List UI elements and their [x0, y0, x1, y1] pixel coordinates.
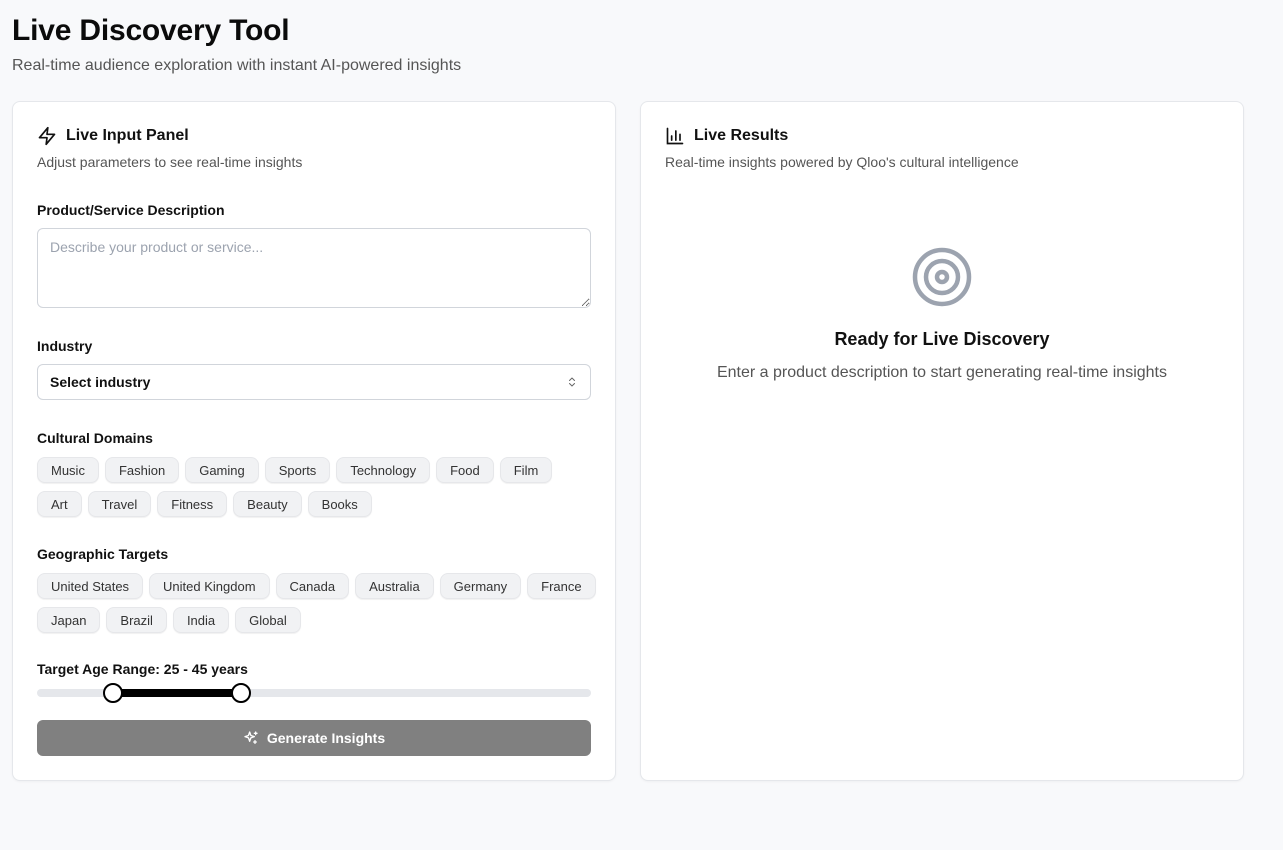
input-panel-title: Live Input Panel: [66, 127, 189, 144]
cultural-domain-chip[interactable]: Food: [436, 457, 494, 483]
age-range-label: Target Age Range: 25 - 45 years: [37, 661, 248, 677]
generate-insights-label: Generate Insights: [266, 730, 386, 746]
geographic-target-chip[interactable]: Australia: [355, 573, 434, 599]
geographic-target-chip[interactable]: Canada: [275, 573, 350, 599]
cultural-domain-chip[interactable]: Sports: [264, 457, 331, 483]
slider-thumb-max[interactable]: [230, 683, 251, 703]
bar-chart-icon: [665, 126, 685, 146]
zap-icon: [37, 126, 57, 146]
cultural-domain-chip[interactable]: Art: [37, 491, 82, 517]
geographic-targets-label: Geographic Targets: [37, 546, 169, 562]
live-input-panel: Live Input Panel Adjust parameters to se…: [12, 101, 616, 781]
geographic-target-chip[interactable]: France: [527, 573, 596, 599]
geographic-target-chip[interactable]: India: [172, 607, 230, 633]
cultural-domain-chip[interactable]: Books: [307, 491, 372, 517]
empty-state-description: Enter a product description to start gen…: [716, 364, 1167, 381]
age-range-slider[interactable]: [37, 683, 591, 703]
geographic-target-chip[interactable]: Germany: [439, 573, 522, 599]
live-results-panel: Live Results Real-time insights powered …: [640, 101, 1244, 781]
slider-thumb-min[interactable]: [103, 683, 124, 703]
cultural-domain-chip[interactable]: Music: [37, 457, 99, 483]
geographic-targets-chips: United States United Kingdom Canada Austral…: [37, 573, 597, 633]
cultural-domain-chip[interactable]: Gaming: [185, 457, 259, 483]
results-panel-description: Real-time insights powered by Qloo's cul…: [665, 154, 1019, 170]
product-description-label: Product/Service Description: [37, 202, 225, 218]
cultural-domain-chip[interactable]: Travel: [87, 491, 152, 517]
target-icon: [911, 246, 973, 308]
industry-select[interactable]: Select industry: [37, 364, 591, 400]
cultural-domain-chip[interactable]: Film: [499, 457, 553, 483]
product-description-input[interactable]: [37, 228, 591, 308]
cultural-domain-chip[interactable]: Beauty: [233, 491, 302, 517]
empty-state-title: Ready for Live Discovery: [834, 329, 1050, 349]
results-panel-header: Live Results: [665, 126, 788, 146]
cultural-domains-chips: Music Fashion Gaming Sports Technology Food Fi…: [37, 457, 597, 517]
sparkles-icon: [243, 730, 259, 746]
industry-label: Industry: [37, 338, 93, 354]
page-subtitle: Real-time audience exploration with inst…: [12, 57, 462, 74]
geographic-target-chip[interactable]: Global: [235, 607, 301, 633]
page-title: Live Discovery Tool: [12, 14, 290, 47]
results-panel-title: Live Results: [694, 127, 789, 144]
geographic-target-chip[interactable]: United States: [37, 573, 144, 599]
geographic-target-chip[interactable]: United Kingdom: [149, 573, 270, 599]
slider-range: [113, 689, 241, 697]
geographic-target-chip[interactable]: Brazil: [106, 607, 167, 633]
input-panel-description: Adjust parameters to see real-time insig…: [37, 154, 303, 170]
industry-selected-value: Select industry: [50, 374, 151, 390]
input-panel-header: Live Input Panel: [37, 126, 189, 146]
cultural-domain-chip[interactable]: Fitness: [157, 491, 228, 517]
cultural-domain-chip[interactable]: Technology: [336, 457, 431, 483]
generate-insights-button[interactable]: Generate Insights: [37, 720, 591, 756]
geographic-target-chip[interactable]: Japan: [37, 607, 101, 633]
chevrons-up-down-icon: [566, 376, 578, 388]
cultural-domain-chip[interactable]: Fashion: [104, 457, 180, 483]
cultural-domains-label: Cultural Domains: [37, 430, 153, 446]
